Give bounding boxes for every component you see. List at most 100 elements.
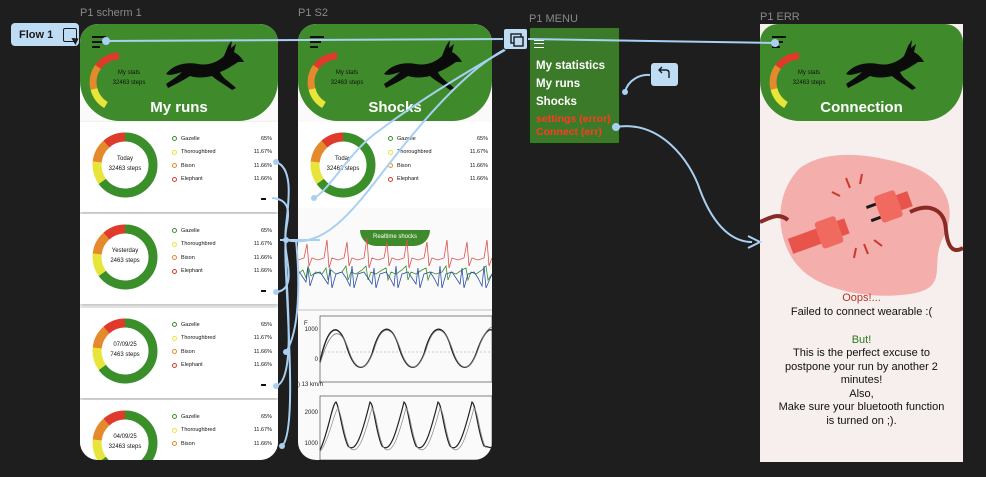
legend-dot-icon: [172, 441, 177, 447]
hamburger-menu-icon[interactable]: [310, 36, 324, 48]
legend-name: Gazelle: [181, 135, 200, 142]
error-message: Failed to connect wearable :(: [790, 306, 933, 318]
run-steps: 2463 steps: [110, 258, 140, 264]
frame-label-err[interactable]: P1 ERR: [760, 11, 800, 23]
frame-label-s2[interactable]: P1 S2: [298, 7, 328, 19]
legend-item-gazelle: Gazelle 65%: [172, 132, 272, 146]
legend-name: Thoroughbred: [181, 241, 216, 248]
play-flow-icon[interactable]: [63, 27, 78, 42]
menu-item-my-statistics[interactable]: My statistics: [536, 60, 605, 72]
axis-tick: 2000: [304, 410, 318, 416]
run-label: 07/09/25 7463 steps: [100, 340, 150, 360]
menu-item-my-runs[interactable]: My runs: [536, 78, 580, 90]
legend-pct: 11.66%: [253, 362, 272, 369]
legend-pct: 11.66%: [253, 176, 272, 183]
legend-name: Bison: [181, 440, 195, 447]
frame-label-menu[interactable]: P1 MENU: [529, 13, 578, 25]
run-date: 07/09/25: [113, 342, 137, 348]
app-header: My stats 32463 steps Shocks: [298, 24, 492, 121]
back-action-chip[interactable]: [651, 63, 678, 86]
legend-name: Elephant: [181, 176, 203, 183]
legend-item-elephant: Elephant 11.66%: [172, 265, 272, 279]
hamburger-menu-icon[interactable]: [772, 36, 786, 48]
legend-pct: 11.67%: [253, 427, 272, 434]
legend-pct: 65%: [260, 227, 272, 234]
run-label: Today 32463 steps: [100, 154, 150, 174]
bluetooth-line-1: Make sure your bluetooth function: [778, 401, 945, 413]
legend-dot-icon: [172, 427, 177, 433]
legend-dot-icon: [388, 176, 393, 182]
page-title: My runs: [150, 99, 208, 116]
legend-pct: 11.67%: [469, 149, 488, 156]
page-title: Connection: [820, 99, 903, 116]
legend-pct: 11.67%: [253, 149, 272, 156]
frame-label-scherm1[interactable]: P1 scherm 1: [80, 7, 142, 19]
gauge-title: My stats: [335, 70, 359, 76]
screen-shocks: My stats 32463 steps Shocks Today 32463 …: [298, 24, 492, 460]
run-card[interactable]: Yesterday 2463 steps Gazelle 65% Thorough…: [80, 214, 278, 304]
run-date: Today: [116, 156, 133, 162]
legend-pct: 11.66%: [253, 440, 272, 447]
hamburger-menu-icon[interactable]: [534, 39, 544, 48]
excuse-line-2: postpone your run by another 2: [785, 361, 938, 373]
run-card[interactable]: Today 32463 steps Gazelle 65% Thoroughbre…: [298, 122, 492, 208]
collapse-icon[interactable]: [261, 290, 266, 292]
overlay-icon: [510, 33, 524, 47]
run-label: Today 32463 steps: [318, 154, 368, 174]
gazelle-logo: [846, 40, 924, 90]
legend-item-bison: Bison 11.66%: [172, 251, 272, 265]
legend-dot-icon: [172, 335, 177, 341]
legend-pct: 11.66%: [469, 162, 488, 169]
menu-item-settings[interactable]: settings (error): [536, 113, 611, 125]
screen-my-runs: My stats 32463 steps My runs Today 32463…: [80, 24, 278, 460]
legend-name: Bison: [181, 348, 195, 355]
menu-item-connect[interactable]: Connect (err): [536, 126, 602, 138]
flow-label: Flow 1: [19, 28, 54, 41]
run-legend: Gazelle 65% Thoroughbred 11.67% Bison 11.66…: [388, 132, 488, 186]
flow-start-chip[interactable]: Flow 1: [11, 23, 79, 46]
legend-pct: 11.66%: [253, 268, 272, 275]
legend-name: Thoroughbred: [397, 149, 432, 156]
legend-pct: 11.67%: [253, 241, 272, 248]
gauge-title: My stats: [797, 70, 821, 76]
gauge-steps: 32463 steps: [792, 80, 826, 86]
run-card[interactable]: 04/09/25 32463 steps Gazelle 65% Thorough…: [80, 400, 278, 460]
legend-dot-icon: [172, 362, 177, 368]
gauge-steps: 32463 steps: [330, 80, 364, 86]
hamburger-menu-icon[interactable]: [92, 36, 106, 48]
legend-dot-icon: [172, 176, 177, 182]
page-title: Shocks: [368, 99, 422, 116]
legend-dot-icon: [172, 255, 177, 261]
legend-name: Bison: [181, 162, 195, 169]
run-steps: 32463 steps: [326, 166, 360, 172]
legend-item-thoroughbred: Thoroughbred 11.67%: [388, 146, 488, 160]
legend-name: Gazelle: [181, 321, 200, 328]
run-legend: Gazelle 65% Thoroughbred 11.67% Bison 11.66…: [172, 410, 272, 451]
collapse-icon[interactable]: [261, 384, 266, 386]
legend-pct: 11.66%: [253, 348, 272, 355]
collapse-icon[interactable]: [261, 198, 266, 200]
legend-dot-icon: [388, 136, 393, 142]
overlay-interaction-chip[interactable]: [503, 28, 528, 50]
legend-dot-icon: [172, 241, 177, 247]
legend-pct: 65%: [476, 135, 488, 142]
app-header: My stats 32463 steps Connection: [760, 24, 963, 121]
legend-pct: 65%: [260, 321, 272, 328]
but-text: But!: [851, 334, 872, 346]
legend-item-bison: Bison 11.66%: [388, 159, 488, 173]
legend-dot-icon: [172, 322, 177, 328]
legend-item-gazelle: Gazelle 65%: [172, 318, 272, 332]
legend-item-elephant: Elephant 11.66%: [388, 173, 488, 187]
menu-item-shocks[interactable]: Shocks: [536, 96, 577, 108]
oops-text: Oops!...: [842, 292, 881, 304]
run-card[interactable]: 07/09/25 7463 steps Gazelle 65% Thoroughb…: [80, 308, 278, 398]
disconnected-plug-illustration: [760, 154, 963, 296]
legend-item-gazelle: Gazelle 65%: [172, 410, 272, 424]
force-plot-1: [319, 315, 492, 383]
app-header: My stats 32463 steps My runs: [80, 24, 278, 121]
run-legend: Gazelle 65% Thoroughbred 11.67% Bison 11.66…: [172, 132, 272, 186]
run-label: Yesterday 2463 steps: [100, 246, 150, 266]
gauge-text: My stats 32463 steps: [106, 68, 152, 88]
legend-item-thoroughbred: Thoroughbred 11.67%: [172, 238, 272, 252]
run-card[interactable]: Today 32463 steps Gazelle 65% Thoroughbre…: [80, 122, 278, 212]
